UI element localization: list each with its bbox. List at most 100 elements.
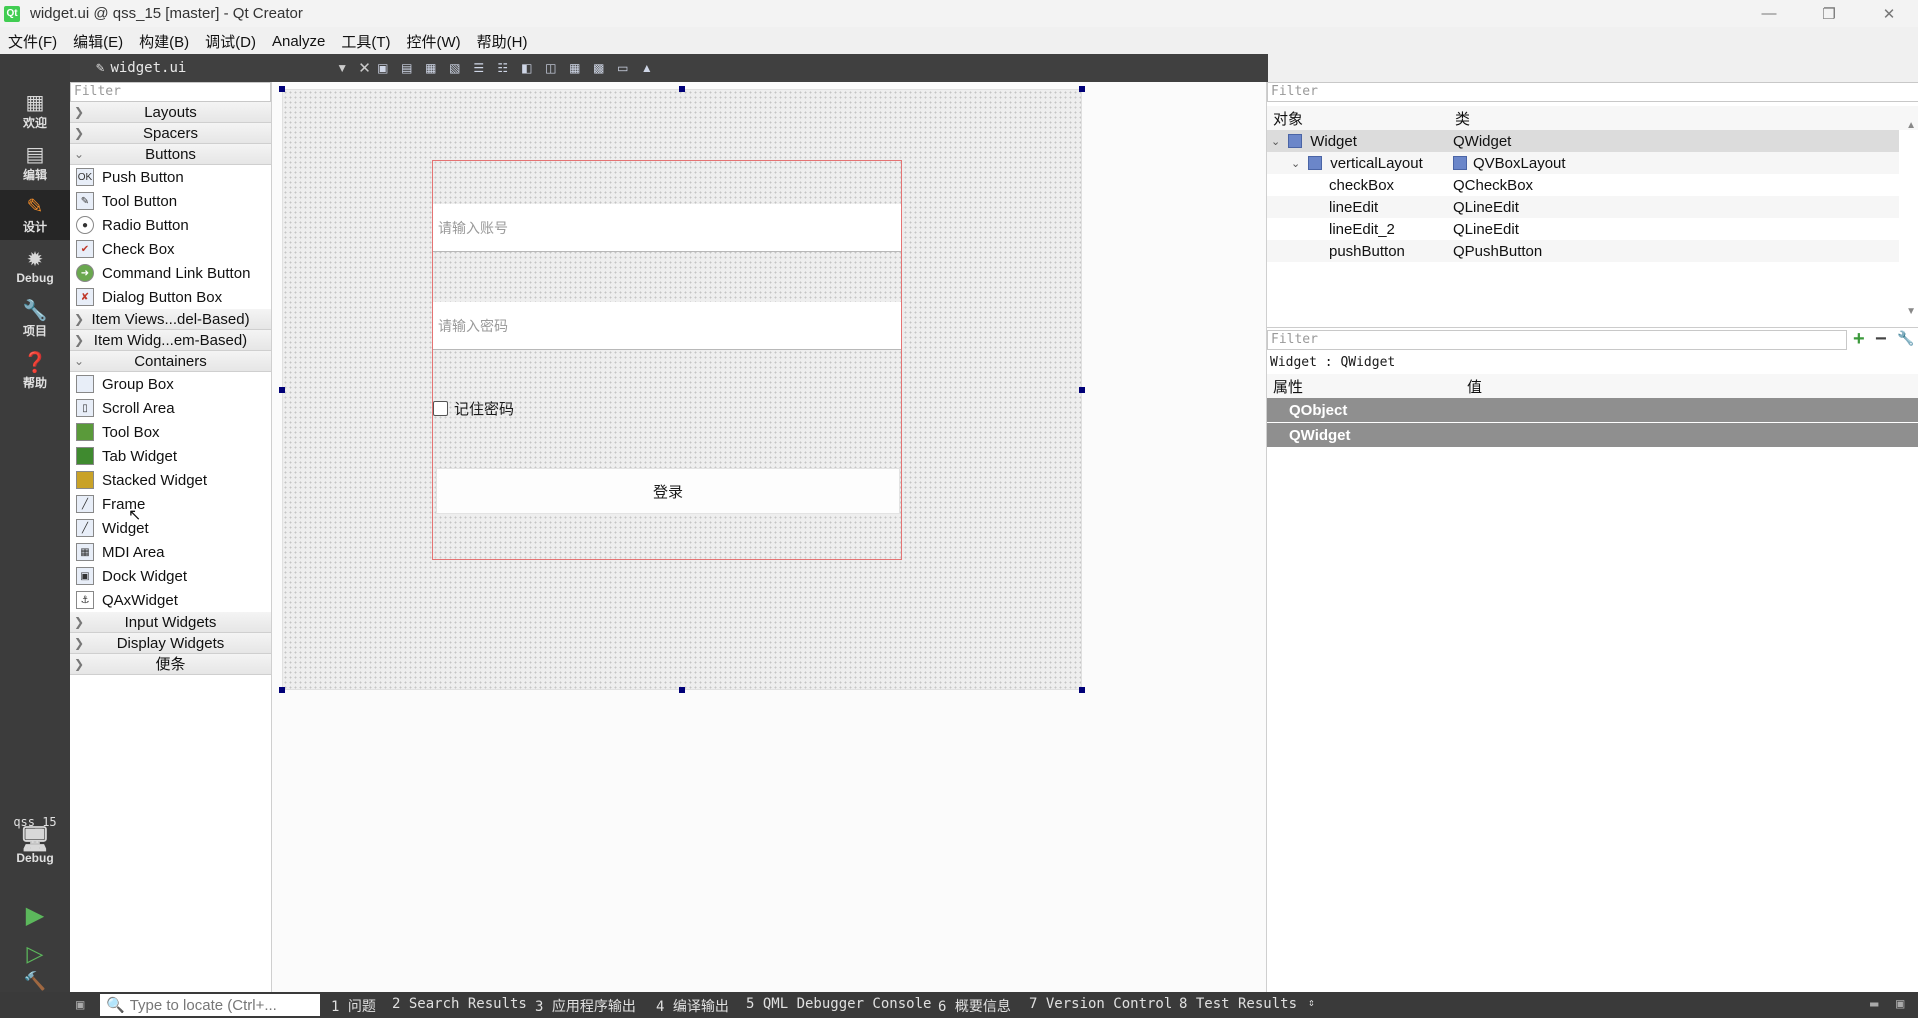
edit-signals-icon[interactable]: ▤ bbox=[397, 59, 417, 77]
menu-analyze[interactable]: Analyze bbox=[264, 33, 333, 50]
resize-handle-tr[interactable] bbox=[1079, 86, 1085, 92]
edit-tab-order-icon[interactable]: ▧ bbox=[445, 59, 465, 77]
scroll-up-icon[interactable]: ▲ bbox=[1906, 120, 1916, 131]
layout-form-icon[interactable]: ▦ bbox=[565, 59, 585, 77]
pane-test-results[interactable]: 8 Test Results bbox=[1179, 996, 1297, 1012]
menu-help[interactable]: 帮助(H) bbox=[469, 31, 536, 52]
property-filter-input[interactable]: Filter bbox=[1267, 330, 1847, 350]
chevron-down-icon[interactable]: ⌄ bbox=[1291, 157, 1300, 170]
break-layout-icon[interactable]: ▭ bbox=[613, 59, 633, 77]
widget-tab-widget[interactable]: Tab Widget bbox=[70, 444, 271, 468]
widget-radio-button[interactable]: ● Radio Button bbox=[70, 213, 271, 237]
adjust-size-icon[interactable]: ▲ bbox=[637, 59, 657, 77]
category-containers[interactable]: ⌄ Containers bbox=[70, 351, 271, 372]
build-button[interactable]: 🔨 bbox=[0, 970, 70, 992]
category-spacers[interactable]: ❯ Spacers bbox=[70, 123, 271, 144]
splitter-horizontal-icon[interactable]: ◧ bbox=[517, 59, 537, 77]
debug-run-button[interactable]: ▷ bbox=[0, 936, 70, 972]
kit-selector[interactable]: qss_15 🖥 Debug bbox=[0, 800, 70, 880]
run-button[interactable]: ▶ bbox=[0, 898, 70, 934]
scroll-down-icon[interactable]: ▼ bbox=[1906, 306, 1916, 317]
tree-row-widget[interactable]: ⌄ Widget QWidget bbox=[1267, 130, 1899, 152]
widget-scroll-area[interactable]: ▯ Scroll Area bbox=[70, 396, 271, 420]
widget-dock-widget[interactable]: ▣ Dock Widget bbox=[70, 564, 271, 588]
tree-row-lineedit-2[interactable]: lineEdit_2 QLineEdit bbox=[1267, 218, 1918, 240]
edit-buddies-icon[interactable]: ▦ bbox=[421, 59, 441, 77]
minimize-icon[interactable]: — bbox=[1746, 0, 1792, 27]
widget-frame[interactable]: ╱ Frame bbox=[70, 492, 271, 516]
pane-general-messages[interactable]: 6 概要信息 bbox=[938, 996, 1011, 1016]
property-group-qwidget[interactable]: QWidget bbox=[1267, 423, 1918, 447]
password-input[interactable]: 请输入密码 bbox=[433, 302, 901, 350]
resize-handle-bl[interactable] bbox=[279, 687, 285, 693]
menu-file[interactable]: 文件(F) bbox=[0, 31, 65, 52]
menu-controls[interactable]: 控件(W) bbox=[399, 31, 469, 52]
pane-compile-output[interactable]: 4 编译输出 bbox=[656, 996, 729, 1016]
widget-mdi-area[interactable]: ▦ MDI Area bbox=[70, 540, 271, 564]
resize-handle-b[interactable] bbox=[679, 687, 685, 693]
object-filter-input[interactable]: Filter bbox=[1267, 82, 1918, 102]
resize-handle-l[interactable] bbox=[279, 387, 285, 393]
login-button[interactable]: 登录 bbox=[436, 468, 900, 514]
checkbox-square[interactable] bbox=[433, 400, 448, 416]
layout-vertical-icon[interactable]: ☷ bbox=[493, 59, 513, 77]
mode-edit[interactable]: ▤ 编辑 bbox=[0, 138, 70, 188]
widgetbox-filter-input[interactable]: Filter bbox=[70, 82, 271, 102]
widget-stacked-widget[interactable]: Stacked Widget bbox=[70, 468, 271, 492]
widget-group-box[interactable]: Group Box bbox=[70, 372, 271, 396]
splitter-vertical-icon[interactable]: ◫ bbox=[541, 59, 561, 77]
category-input-widgets[interactable]: ❯ Input Widgets bbox=[70, 612, 271, 633]
widget-check-box[interactable]: ✔ Check Box bbox=[70, 237, 271, 261]
chevron-down-icon[interactable]: ⌄ bbox=[1271, 135, 1280, 148]
widget-command-link-button[interactable]: ➜ Command Link Button bbox=[70, 261, 271, 285]
widget-tool-box[interactable]: Tool Box bbox=[70, 420, 271, 444]
pane-more-icon[interactable]: ⇕ bbox=[1308, 996, 1315, 1009]
category-item-widgets[interactable]: ❯ Item Widg...em-Based) bbox=[70, 330, 271, 351]
add-property-icon[interactable]: + bbox=[1853, 328, 1865, 351]
widget-widget[interactable]: ╱ Widget bbox=[70, 516, 271, 540]
mode-debug[interactable]: ✹ Debug bbox=[0, 242, 70, 292]
pane-search-results[interactable]: 2 Search Results bbox=[392, 996, 527, 1012]
remember-password-checkbox[interactable]: 记住密码 bbox=[433, 398, 514, 418]
pane-qml-debugger[interactable]: 5 QML Debugger Console bbox=[746, 996, 931, 1012]
mode-welcome[interactable]: ▦ 欢迎 bbox=[0, 86, 70, 136]
configure-icon[interactable]: 🔧 bbox=[1897, 330, 1914, 347]
menu-edit[interactable]: 编辑(E) bbox=[65, 31, 131, 52]
category-item-views[interactable]: ❯ Item Views...del-Based) bbox=[70, 309, 271, 330]
layout-horizontal-icon[interactable]: ☰ bbox=[469, 59, 489, 77]
restore-icon[interactable]: ❐ bbox=[1806, 0, 1852, 27]
menu-build[interactable]: 构建(B) bbox=[131, 31, 197, 52]
progress-toggle-icon[interactable]: ▬ bbox=[1870, 996, 1878, 1012]
resize-handle-br[interactable] bbox=[1079, 687, 1085, 693]
mode-design[interactable]: ✎ 设计 bbox=[0, 190, 70, 240]
close-icon[interactable]: ✕ bbox=[1866, 0, 1912, 27]
resize-handle-tl[interactable] bbox=[279, 86, 285, 92]
tree-row-lineedit[interactable]: lineEdit QLineEdit bbox=[1267, 196, 1899, 218]
category-scratchpad[interactable]: ❯ 便条 bbox=[70, 654, 271, 675]
widget-push-button[interactable]: OK Push Button bbox=[70, 165, 271, 189]
remove-property-icon[interactable]: − bbox=[1875, 328, 1887, 351]
resize-handle-r[interactable] bbox=[1079, 387, 1085, 393]
account-input[interactable]: 请输入账号 bbox=[433, 204, 901, 252]
category-buttons[interactable]: ⌄ Buttons bbox=[70, 144, 271, 165]
tree-row-pushbutton[interactable]: pushButton QPushButton bbox=[1267, 240, 1899, 262]
pane-issues[interactable]: 1 问题 bbox=[331, 996, 376, 1016]
layout-grid-icon[interactable]: ▩ bbox=[589, 59, 609, 77]
sidebar-toggle-icon[interactable]: ▣ bbox=[76, 997, 84, 1013]
close-document-icon[interactable]: ✕ bbox=[358, 59, 371, 77]
tree-row-checkbox[interactable]: checkBox QCheckBox bbox=[1267, 174, 1918, 196]
tree-row-verticallayout[interactable]: ⌄ verticalLayout QVBoxLayout bbox=[1267, 152, 1899, 174]
edit-widgets-icon[interactable]: ▣ bbox=[373, 59, 393, 77]
open-document-selector[interactable]: ✎ widget.ui bbox=[96, 60, 186, 76]
pane-version-control[interactable]: 7 Version Control bbox=[1029, 996, 1172, 1012]
category-display-widgets[interactable]: ❯ Display Widgets bbox=[70, 633, 271, 654]
mode-help[interactable]: ❓ 帮助 bbox=[0, 346, 70, 396]
mode-projects[interactable]: 🔧 项目 bbox=[0, 294, 70, 344]
category-layouts[interactable]: ❯ Layouts bbox=[70, 102, 271, 123]
widget-qaxwidget[interactable]: ⚓ QAxWidget bbox=[70, 588, 271, 612]
menu-debug[interactable]: 调试(D) bbox=[197, 31, 264, 52]
output-toggle-icon[interactable]: ▣ bbox=[1896, 996, 1904, 1012]
resize-handle-t[interactable] bbox=[679, 86, 685, 92]
widget-tool-button[interactable]: ✎ Tool Button bbox=[70, 189, 271, 213]
menu-tools[interactable]: 工具(T) bbox=[333, 31, 398, 52]
